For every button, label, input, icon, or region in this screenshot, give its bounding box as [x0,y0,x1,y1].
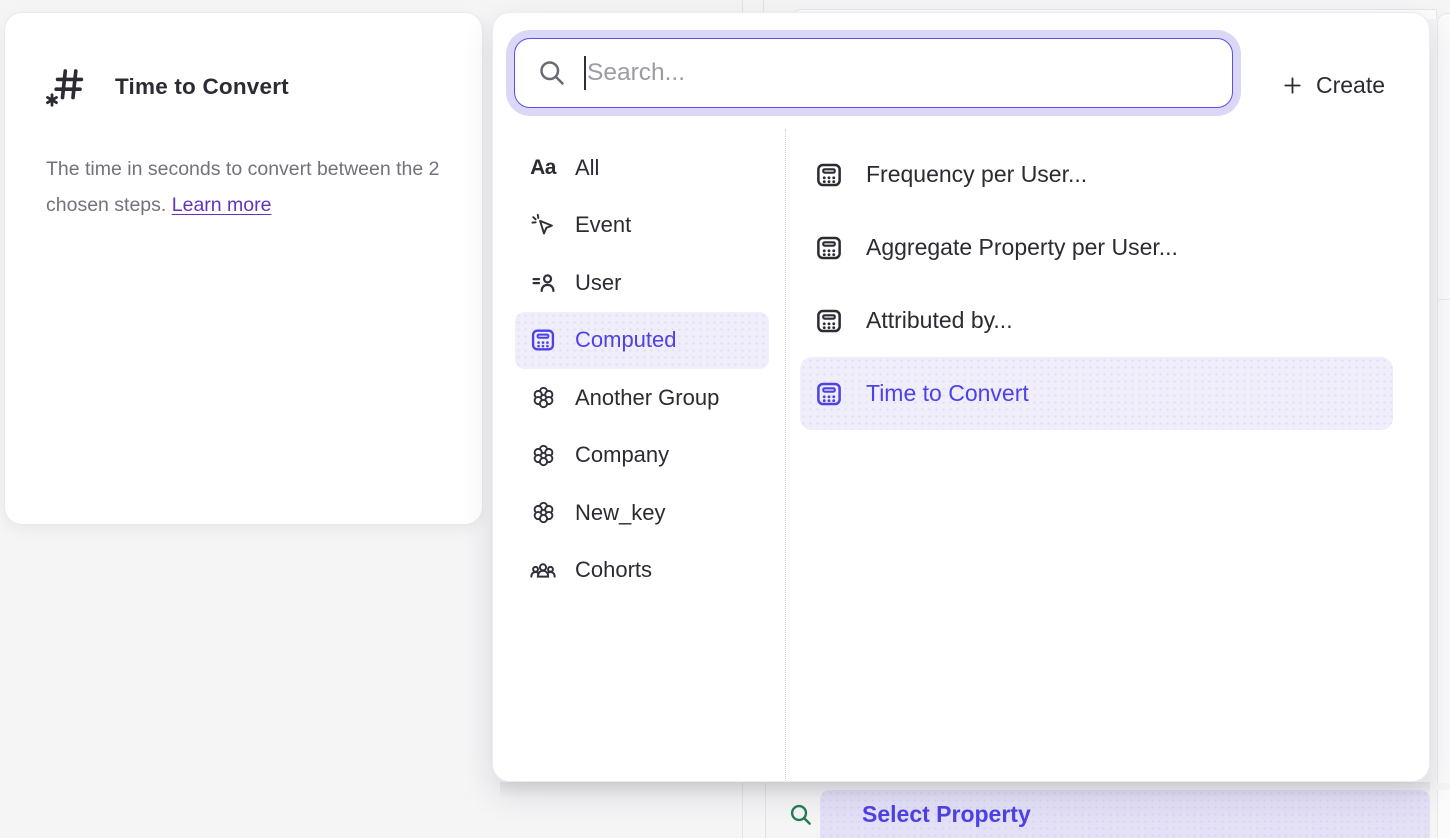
category-label: All [575,155,599,181]
property-select-dropdown: Create Aa All Event [492,12,1430,782]
category-item-new-key[interactable]: New_key [515,484,769,542]
result-label: Frequency per User... [866,161,1087,188]
result-item-attributed-by[interactable]: Attributed by... [800,284,1393,357]
search-focus-ring [506,30,1241,116]
calculator-icon [529,326,557,354]
category-label: User [575,270,621,296]
user-profile-icon [529,269,557,297]
results-list: Frequency per User... Aggregate Property… [800,138,1393,430]
group-cluster-icon [529,384,557,412]
calculator-icon [814,233,844,263]
text-caret [584,56,586,90]
calculator-icon [814,160,844,190]
category-item-computed[interactable]: Computed [515,312,769,370]
bg-right-panel-edge [1437,790,1450,838]
search-field[interactable] [514,38,1233,108]
search-input[interactable] [587,43,1232,103]
result-item-frequency-per-user[interactable]: Frequency per User... [800,138,1393,211]
learn-more-link[interactable]: Learn more [172,194,272,216]
calculator-icon [814,379,844,409]
screen: Select Property Time to Convert The time… [0,0,1450,838]
group-cluster-icon [529,499,557,527]
card-description: The time in seconds to convert between t… [46,152,446,223]
card-header: Time to Convert [45,59,289,115]
category-item-user[interactable]: User [515,254,769,312]
bg-right-panel-edge [1437,13,1450,783]
category-label: Company [575,442,669,468]
card-title: Time to Convert [115,74,289,100]
category-item-another-group[interactable]: Another Group [515,369,769,427]
category-label: Event [575,212,631,238]
category-item-company[interactable]: Company [515,427,769,485]
category-item-cohorts[interactable]: Cohorts [515,542,769,600]
property-info-card: Time to Convert The time in seconds to c… [4,12,483,525]
category-label: Another Group [575,385,719,411]
result-item-aggregate-property-per-user[interactable]: Aggregate Property per User... [800,211,1393,284]
result-label: Attributed by... [866,307,1013,334]
search-icon [788,802,814,828]
category-item-all[interactable]: Aa All [515,139,769,197]
create-button-label: Create [1316,72,1385,99]
result-item-time-to-convert[interactable]: Time to Convert [800,357,1393,430]
category-list: Aa All Event [515,139,769,599]
category-item-event[interactable]: Event [515,197,769,255]
bg-right-panel-divider [1438,299,1450,300]
group-cluster-icon [529,441,557,469]
cursor-click-icon [529,211,557,239]
category-label: Computed [575,327,677,353]
plus-icon [1281,74,1304,97]
create-button[interactable]: Create [1271,57,1395,113]
text-format-icon: Aa [529,154,557,182]
calculator-icon [814,306,844,336]
computed-number-icon [45,64,87,110]
result-label: Time to Convert [866,380,1029,407]
panel-divider [785,129,786,783]
category-label: Cohorts [575,557,652,583]
select-property-label: Select Property [862,801,1031,828]
search-icon [537,58,567,88]
category-label: New_key [575,500,665,526]
dropdown-shadow [500,782,1430,798]
result-label: Aggregate Property per User... [866,234,1178,261]
cohorts-icon [529,556,557,584]
